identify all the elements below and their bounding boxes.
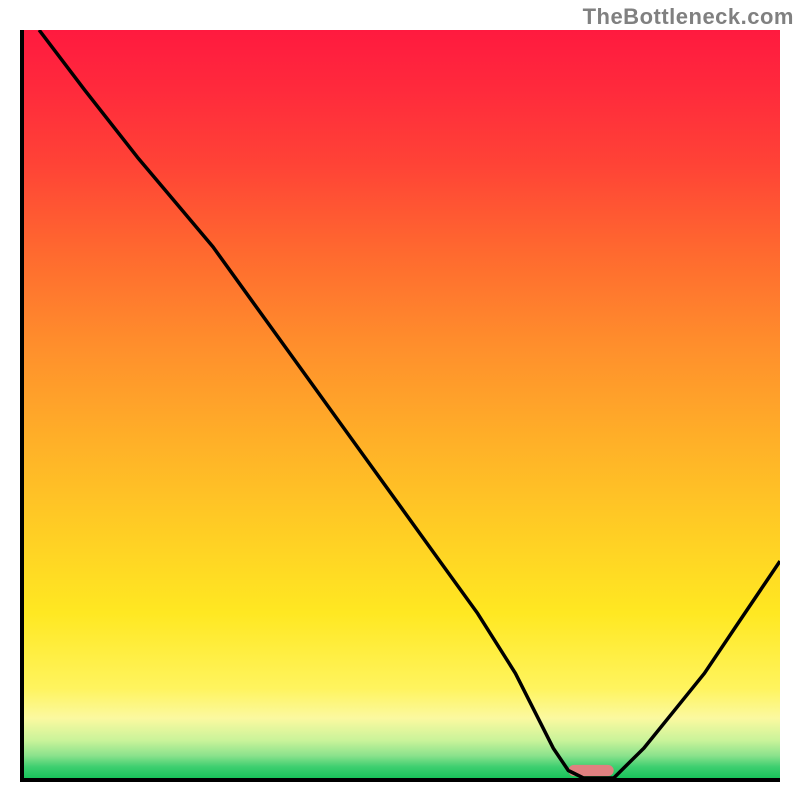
chart-plot-area [20, 30, 780, 782]
bottleneck-curve [24, 30, 780, 778]
watermark-text: TheBottleneck.com [583, 4, 794, 30]
